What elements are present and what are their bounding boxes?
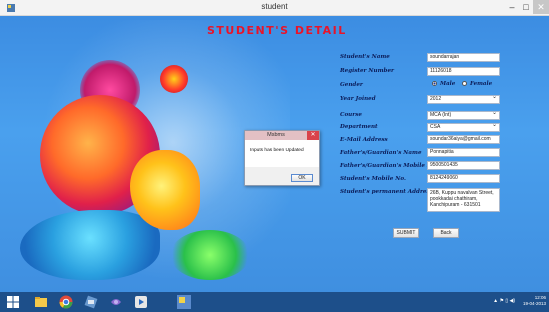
dialog-title: Msbms <box>267 132 285 138</box>
decorative-swirl <box>170 230 250 280</box>
dialog-message: Inputs has been Updated <box>250 148 304 153</box>
minimize-button[interactable]: – <box>505 0 519 14</box>
gender-label: Gender <box>340 82 363 88</box>
dialog-body: Inputs has been Updated <box>245 140 319 167</box>
visual-studio-icon[interactable] <box>108 294 124 310</box>
department-label: Department <box>340 124 378 130</box>
dialog-title-bar[interactable]: Msbms ✕ <box>245 131 319 140</box>
student-name-input[interactable]: soundarrajan <box>427 53 500 62</box>
father-mobile-label: Father's/Guardian's Mobile No. <box>340 163 438 169</box>
gender-male-radio[interactable]: Male <box>432 81 455 87</box>
father-name-label: Father's/Guardian's Name <box>340 150 422 156</box>
course-label: Course <box>340 112 362 118</box>
message-dialog: Msbms ✕ Inputs has been Updated OK <box>244 130 320 186</box>
student-app-taskbar-icon[interactable] <box>176 294 192 310</box>
email-label: E-Mail Address <box>340 137 388 143</box>
decorative-swirl <box>20 210 160 280</box>
clock-date: 19-04-2013 <box>522 301 546 306</box>
gender-female-radio[interactable]: Female <box>462 81 492 87</box>
decorative-flower <box>160 65 188 93</box>
page-title: STUDENT'S DETAIL <box>207 24 347 37</box>
file-explorer-icon[interactable] <box>33 294 49 310</box>
year-joined-select[interactable]: 2012 <box>427 95 500 104</box>
father-mobile-input[interactable]: 9500501435 <box>427 161 500 170</box>
close-button[interactable]: ✕ <box>533 0 549 14</box>
student-mobile-label: Student's Mobile No. <box>340 176 406 182</box>
back-button[interactable]: Back <box>433 228 459 238</box>
window-title: student <box>261 2 288 11</box>
system-tray-icons[interactable]: ▲ ⚑ ▯ ◀) <box>493 298 515 304</box>
department-select[interactable]: CSA <box>427 123 500 132</box>
chrome-icon[interactable] <box>58 294 74 310</box>
dialog-ok-button[interactable]: OK <box>291 174 313 182</box>
taskbar: ▲ ⚑ ▯ ◀) 12:06 19-04-2013 <box>0 292 549 312</box>
tool-icon[interactable] <box>83 294 99 310</box>
radio-unselected-icon <box>462 81 467 86</box>
windows-start-icon[interactable] <box>6 295 20 309</box>
address-textarea[interactable]: 26B, Kuppu navalvan Street, pookkadai ch… <box>427 188 500 212</box>
address-label: Student's permanent Address <box>340 189 433 195</box>
student-name-label: Student's Name <box>340 54 390 60</box>
radio-selected-icon <box>432 81 437 86</box>
dialog-close-button[interactable]: ✕ <box>307 131 319 140</box>
submit-button[interactable]: SUBMIT <box>393 228 419 238</box>
title-bar[interactable]: student – □ ✕ <box>0 0 549 16</box>
maximize-button[interactable]: □ <box>519 0 533 14</box>
register-number-label: Register Number <box>340 68 394 74</box>
email-input[interactable]: soundar36aiya@gmail.com <box>427 135 500 144</box>
app-window: student – □ ✕ STUDENT'S DETAIL Student's… <box>0 0 549 292</box>
media-player-icon[interactable] <box>133 294 149 310</box>
course-select[interactable]: MCA (Int) <box>427 111 500 120</box>
year-joined-label: Year Joined <box>340 96 376 102</box>
register-number-input[interactable]: 11126018 <box>427 67 500 76</box>
student-mobile-input[interactable]: 8124249060 <box>427 174 500 183</box>
clock[interactable]: 12:06 19-04-2013 <box>523 295 546 307</box>
father-name-input[interactable]: Ponnapitia <box>427 148 500 157</box>
